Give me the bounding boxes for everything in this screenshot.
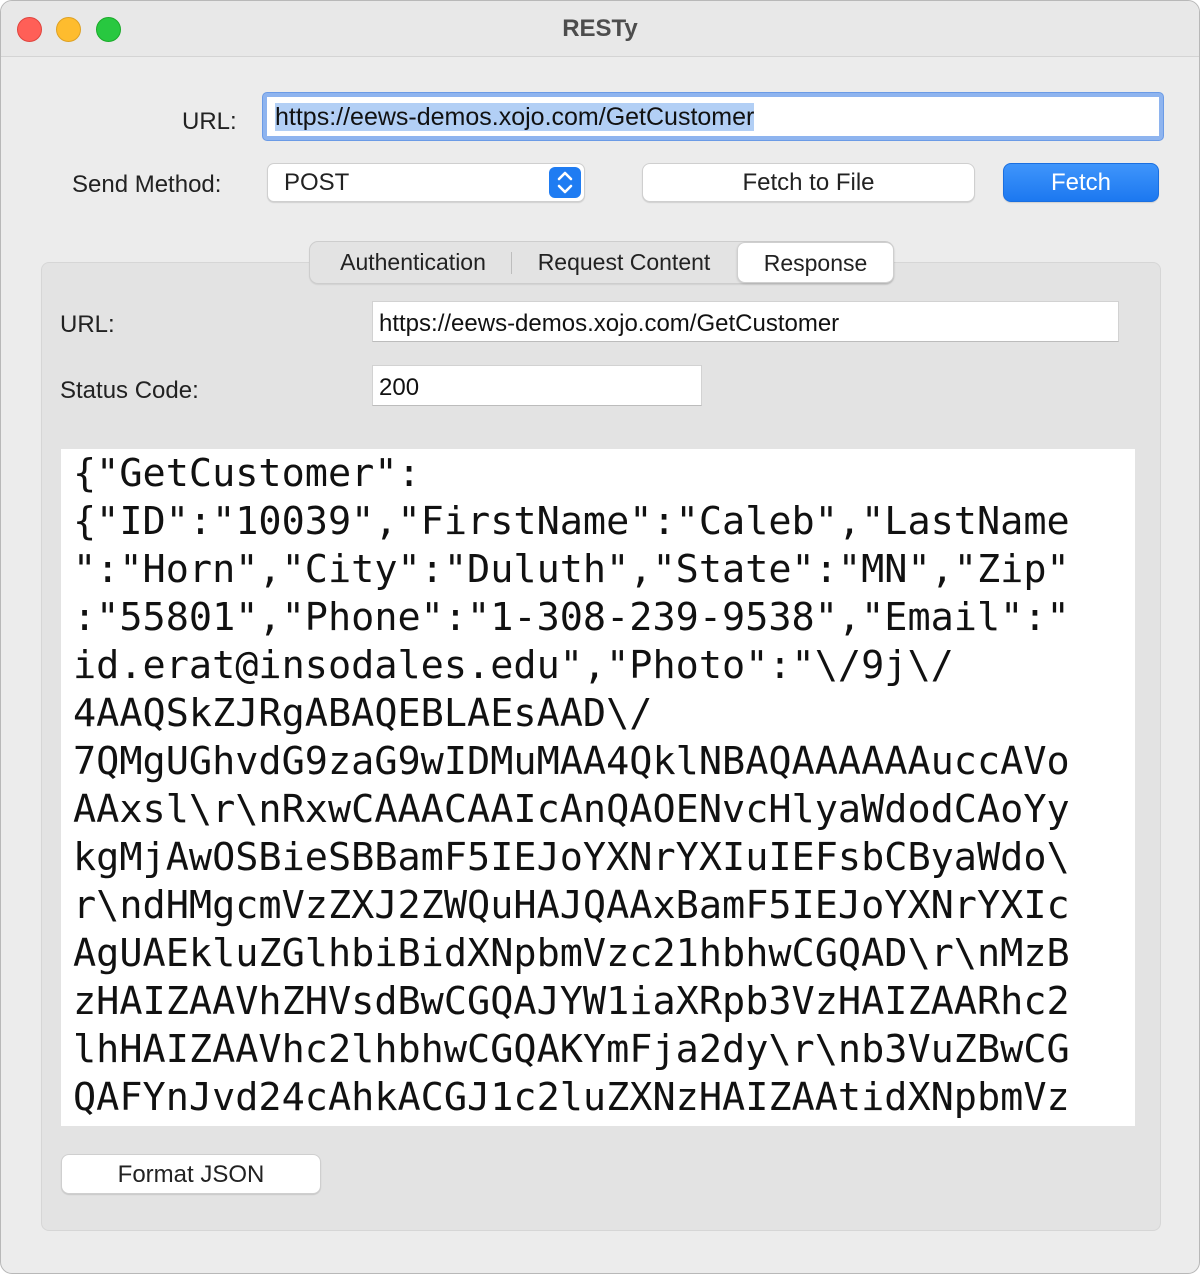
request-url-text: https://eews-demos.xojo.com/GetCustomer — [275, 103, 755, 131]
send-method-select[interactable]: POST — [267, 163, 585, 202]
app-window: RESTy URL: https://eews-demos.xojo.com/G… — [0, 0, 1200, 1274]
status-code-field[interactable]: 200 — [372, 365, 702, 406]
request-url-label: URL: — [182, 108, 237, 135]
tab-authentication[interactable]: Authentication — [318, 242, 508, 283]
select-stepper — [549, 167, 581, 198]
tab-request-content[interactable]: Request Content — [520, 242, 728, 283]
send-method-value: POST — [284, 169, 350, 196]
fetch-to-file-button[interactable]: Fetch to File — [642, 163, 975, 202]
response-url-label: URL: — [60, 311, 115, 338]
response-url-field[interactable]: https://eews-demos.xojo.com/GetCustomer — [372, 301, 1119, 342]
chevron-up-down-icon — [557, 171, 573, 194]
tab-response[interactable]: Response — [737, 242, 894, 283]
status-code-label: Status Code: — [60, 377, 199, 404]
send-method-label: Send Method: — [72, 171, 222, 198]
response-body-textarea[interactable]: {"GetCustomer": {"ID":"10039","FirstName… — [61, 449, 1135, 1126]
title-bar: RESTy — [1, 1, 1199, 57]
tab-separator — [511, 252, 512, 274]
format-json-button[interactable]: Format JSON — [61, 1154, 321, 1194]
fetch-button[interactable]: Fetch — [1003, 163, 1159, 202]
response-body-text: {"GetCustomer": {"ID":"10039","FirstName… — [73, 451, 1070, 1120]
tab-bar: Authentication Request Content Response — [309, 241, 894, 284]
request-url-input[interactable]: https://eews-demos.xojo.com/GetCustomer — [263, 93, 1163, 140]
window-title: RESTy — [562, 15, 638, 42]
